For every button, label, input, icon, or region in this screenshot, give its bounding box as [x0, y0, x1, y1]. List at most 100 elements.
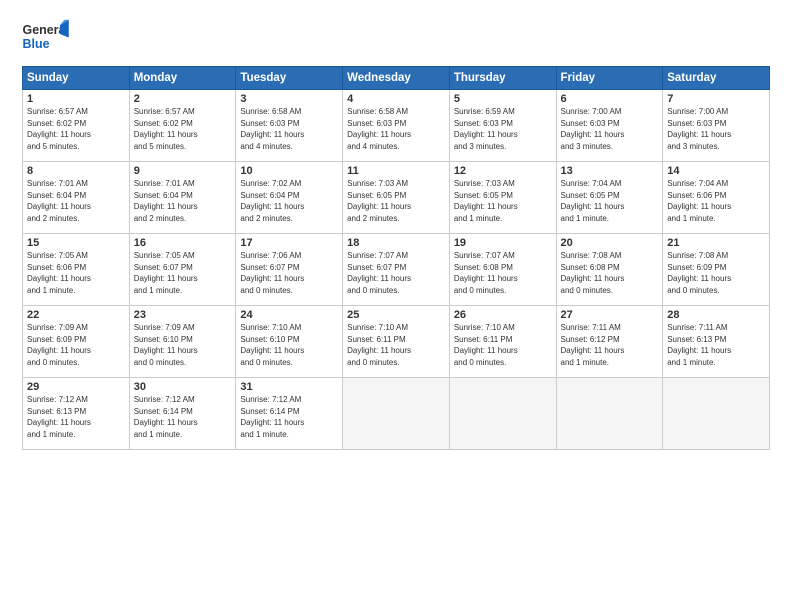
calendar-cell: 24Sunrise: 7:10 AM Sunset: 6:10 PM Dayli…	[236, 306, 343, 378]
day-number: 27	[561, 309, 659, 321]
day-number: 28	[667, 309, 765, 321]
svg-text:Blue: Blue	[23, 37, 50, 51]
day-info: Sunrise: 6:59 AM Sunset: 6:03 PM Dayligh…	[454, 106, 552, 152]
header-row: Sunday Monday Tuesday Wednesday Thursday…	[23, 67, 770, 90]
day-info: Sunrise: 7:10 AM Sunset: 6:11 PM Dayligh…	[347, 322, 445, 368]
day-info: Sunrise: 7:12 AM Sunset: 6:13 PM Dayligh…	[27, 394, 125, 440]
calendar-cell	[556, 378, 663, 450]
day-info: Sunrise: 7:03 AM Sunset: 6:05 PM Dayligh…	[454, 178, 552, 224]
col-thursday: Thursday	[449, 67, 556, 90]
calendar-cell: 14Sunrise: 7:04 AM Sunset: 6:06 PM Dayli…	[663, 162, 770, 234]
calendar-cell: 23Sunrise: 7:09 AM Sunset: 6:10 PM Dayli…	[129, 306, 236, 378]
day-number: 11	[347, 165, 445, 177]
day-number: 5	[454, 93, 552, 105]
day-info: Sunrise: 7:04 AM Sunset: 6:06 PM Dayligh…	[667, 178, 765, 224]
day-info: Sunrise: 7:09 AM Sunset: 6:10 PM Dayligh…	[134, 322, 232, 368]
calendar-cell: 8Sunrise: 7:01 AM Sunset: 6:04 PM Daylig…	[23, 162, 130, 234]
day-info: Sunrise: 7:05 AM Sunset: 6:06 PM Dayligh…	[27, 250, 125, 296]
day-number: 30	[134, 381, 232, 393]
day-info: Sunrise: 7:12 AM Sunset: 6:14 PM Dayligh…	[134, 394, 232, 440]
calendar-week-1: 8 Sunrise: 7:01 AM Sunset: 6:04 PM Daylig…	[23, 162, 770, 234]
day-number: 14	[667, 165, 765, 177]
calendar-cell: 19Sunrise: 7:07 AM Sunset: 6:08 PM Dayli…	[449, 234, 556, 306]
logo-icon: General Blue	[22, 18, 72, 58]
day-info: Sunrise: 7:07 AM Sunset: 6:07 PM Dayligh…	[347, 250, 445, 296]
day-info: Sunrise: 7:10 AM Sunset: 6:10 PM Dayligh…	[240, 322, 338, 368]
day-number: 4	[347, 93, 445, 105]
day-number: 3	[240, 93, 338, 105]
col-sunday: Sunday	[23, 67, 130, 90]
calendar-cell: 26Sunrise: 7:10 AM Sunset: 6:11 PM Dayli…	[449, 306, 556, 378]
day-number: 15	[27, 237, 125, 249]
calendar-cell: 7Sunrise: 7:00 AM Sunset: 6:03 PM Daylig…	[663, 90, 770, 162]
col-friday: Friday	[556, 67, 663, 90]
day-info: Sunrise: 7:02 AM Sunset: 6:04 PM Dayligh…	[240, 178, 338, 224]
day-number: 20	[561, 237, 659, 249]
day-number: 10	[240, 165, 338, 177]
day-info: Sunrise: 7:12 AM Sunset: 6:14 PM Dayligh…	[240, 394, 338, 440]
calendar-cell: 29Sunrise: 7:12 AM Sunset: 6:13 PM Dayli…	[23, 378, 130, 450]
day-number: 25	[347, 309, 445, 321]
day-number: 24	[240, 309, 338, 321]
calendar-cell: 30Sunrise: 7:12 AM Sunset: 6:14 PM Dayli…	[129, 378, 236, 450]
day-info: Sunrise: 6:57 AM Sunset: 6:02 PM Dayligh…	[134, 106, 232, 152]
day-number: 23	[134, 309, 232, 321]
day-number: 1	[27, 93, 125, 105]
day-number: 9	[134, 165, 232, 177]
day-number: 26	[454, 309, 552, 321]
calendar-cell: 12Sunrise: 7:03 AM Sunset: 6:05 PM Dayli…	[449, 162, 556, 234]
calendar-cell: 31Sunrise: 7:12 AM Sunset: 6:14 PM Dayli…	[236, 378, 343, 450]
calendar-week-4: 29Sunrise: 7:12 AM Sunset: 6:13 PM Dayli…	[23, 378, 770, 450]
calendar-week-2: 15Sunrise: 7:05 AM Sunset: 6:06 PM Dayli…	[23, 234, 770, 306]
calendar-cell: 22Sunrise: 7:09 AM Sunset: 6:09 PM Dayli…	[23, 306, 130, 378]
calendar-cell: 10Sunrise: 7:02 AM Sunset: 6:04 PM Dayli…	[236, 162, 343, 234]
day-number: 6	[561, 93, 659, 105]
day-number: 18	[347, 237, 445, 249]
logo: General Blue	[22, 18, 72, 58]
header: General Blue	[22, 18, 770, 58]
calendar-cell: 1Sunrise: 6:57 AM Sunset: 6:02 PM Daylig…	[23, 90, 130, 162]
calendar-cell	[343, 378, 450, 450]
col-tuesday: Tuesday	[236, 67, 343, 90]
calendar-cell: 20Sunrise: 7:08 AM Sunset: 6:08 PM Dayli…	[556, 234, 663, 306]
day-number: 12	[454, 165, 552, 177]
day-info: Sunrise: 7:03 AM Sunset: 6:05 PM Dayligh…	[347, 178, 445, 224]
calendar-cell	[663, 378, 770, 450]
calendar-cell: 3Sunrise: 6:58 AM Sunset: 6:03 PM Daylig…	[236, 90, 343, 162]
calendar-cell: 27Sunrise: 7:11 AM Sunset: 6:12 PM Dayli…	[556, 306, 663, 378]
page: General Blue Sunday Monday Tuesday Wedne…	[0, 0, 792, 612]
calendar-cell: 13Sunrise: 7:04 AM Sunset: 6:05 PM Dayli…	[556, 162, 663, 234]
day-info: Sunrise: 7:08 AM Sunset: 6:08 PM Dayligh…	[561, 250, 659, 296]
day-number: 16	[134, 237, 232, 249]
day-info: Sunrise: 6:58 AM Sunset: 6:03 PM Dayligh…	[347, 106, 445, 152]
day-info: Sunrise: 7:01 AM Sunset: 6:04 PM Dayligh…	[134, 178, 232, 224]
day-number: 7	[667, 93, 765, 105]
col-saturday: Saturday	[663, 67, 770, 90]
day-number: 31	[240, 381, 338, 393]
calendar-cell: 16Sunrise: 7:05 AM Sunset: 6:07 PM Dayli…	[129, 234, 236, 306]
day-info: Sunrise: 6:58 AM Sunset: 6:03 PM Dayligh…	[240, 106, 338, 152]
day-number: 2	[134, 93, 232, 105]
day-info: Sunrise: 7:05 AM Sunset: 6:07 PM Dayligh…	[134, 250, 232, 296]
day-number: 22	[27, 309, 125, 321]
day-number: 8	[27, 165, 125, 177]
day-info: Sunrise: 7:06 AM Sunset: 6:07 PM Dayligh…	[240, 250, 338, 296]
col-wednesday: Wednesday	[343, 67, 450, 90]
day-number: 19	[454, 237, 552, 249]
day-info: Sunrise: 7:07 AM Sunset: 6:08 PM Dayligh…	[454, 250, 552, 296]
day-info: Sunrise: 7:00 AM Sunset: 6:03 PM Dayligh…	[561, 106, 659, 152]
day-info: Sunrise: 7:11 AM Sunset: 6:12 PM Dayligh…	[561, 322, 659, 368]
calendar-week-0: 1 Sunrise: 6:57 AM Sunset: 6:02 PM Daylig…	[23, 90, 770, 162]
day-number: 17	[240, 237, 338, 249]
day-info: Sunrise: 7:10 AM Sunset: 6:11 PM Dayligh…	[454, 322, 552, 368]
calendar-cell: 4Sunrise: 6:58 AM Sunset: 6:03 PM Daylig…	[343, 90, 450, 162]
calendar-cell: 5Sunrise: 6:59 AM Sunset: 6:03 PM Daylig…	[449, 90, 556, 162]
calendar-cell: 18Sunrise: 7:07 AM Sunset: 6:07 PM Dayli…	[343, 234, 450, 306]
calendar-cell: 11Sunrise: 7:03 AM Sunset: 6:05 PM Dayli…	[343, 162, 450, 234]
calendar-cell: 9Sunrise: 7:01 AM Sunset: 6:04 PM Daylig…	[129, 162, 236, 234]
day-info: Sunrise: 7:11 AM Sunset: 6:13 PM Dayligh…	[667, 322, 765, 368]
calendar-cell	[449, 378, 556, 450]
day-number: 29	[27, 381, 125, 393]
calendar-cell: 21Sunrise: 7:08 AM Sunset: 6:09 PM Dayli…	[663, 234, 770, 306]
calendar-week-3: 22Sunrise: 7:09 AM Sunset: 6:09 PM Dayli…	[23, 306, 770, 378]
